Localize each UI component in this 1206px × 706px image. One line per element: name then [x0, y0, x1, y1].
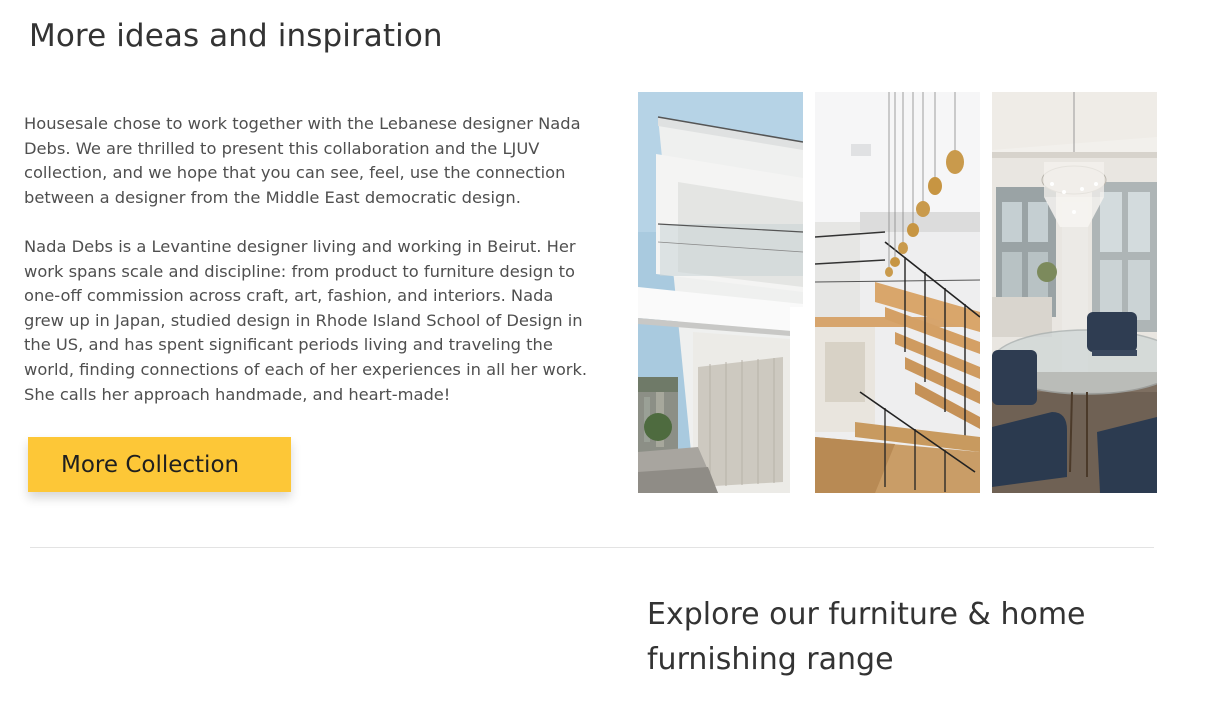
more-collection-button[interactable]: More Collection [28, 437, 291, 492]
dining-room-photo [992, 92, 1157, 493]
gallery-image-building[interactable] [638, 92, 803, 493]
paragraph-collaboration: Housesale chose to work together with th… [24, 114, 581, 207]
gallery-image-staircase[interactable] [815, 92, 980, 493]
section-title: More ideas and inspiration [29, 18, 443, 54]
gallery-image-dining-room[interactable] [992, 92, 1157, 493]
inspiration-text: Housesale chose to work together with th… [24, 112, 594, 432]
explore-range-title: Explore our furniture & home furnishing … [647, 597, 1086, 677]
section-divider [30, 547, 1154, 548]
inspiration-gallery [638, 92, 1157, 493]
building-photo [638, 92, 803, 493]
staircase-photo [815, 92, 980, 493]
paragraph-designer-bio: Nada Debs is a Levantine designer living… [24, 236, 588, 404]
